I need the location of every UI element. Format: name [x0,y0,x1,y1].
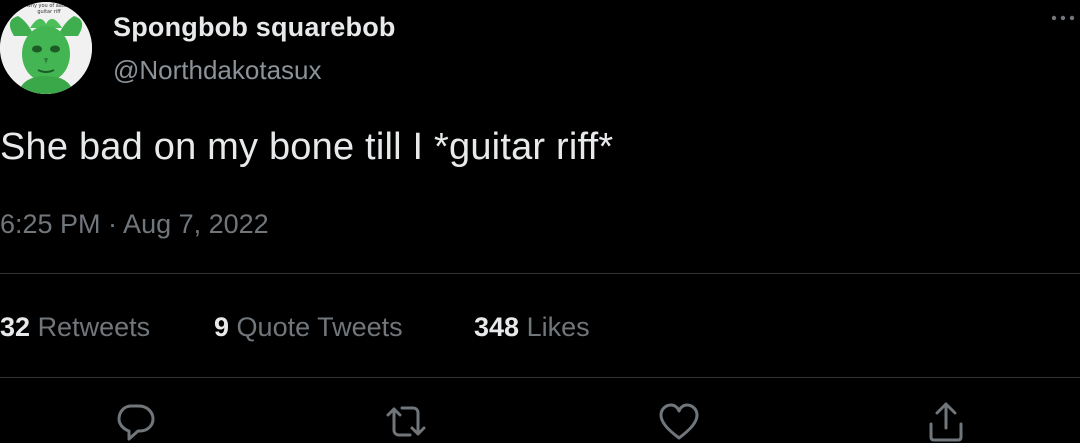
quote-tweets-stat[interactable]: 9 Quote Tweets [214,312,403,343]
reply-icon [117,404,155,441]
display-name[interactable]: Spongbob squarebob [113,12,396,43]
reply-button[interactable] [114,400,158,443]
retweet-icon [386,406,426,437]
more-options-icon[interactable] [1046,6,1080,30]
retweets-stat[interactable]: 32 Retweets [0,312,150,343]
share-icon [929,402,963,442]
avatar-image [0,2,92,94]
tweet-card: ly why you of aaaaaaa guitar riff Spongb… [0,0,1080,443]
retweets-label: Retweets [37,312,151,342]
share-button[interactable] [924,400,968,443]
quote-tweets-count: 9 [214,312,230,342]
retweets-count: 32 [0,312,31,342]
likes-count: 348 [474,312,520,342]
likes-label: Likes [526,312,590,342]
divider [0,377,1080,378]
like-button[interactable] [657,400,701,443]
avatar[interactable]: ly why you of aaaaaaa guitar riff [0,2,92,94]
divider [0,273,1080,274]
user-handle[interactable]: @Northdakotasux [113,55,322,86]
likes-stat[interactable]: 348 Likes [474,312,590,343]
quote-tweets-label: Quote Tweets [236,312,403,342]
tweet-timestamp[interactable]: 6:25 PM · Aug 7, 2022 [0,209,269,240]
tweet-text: She bad on my bone till I *guitar riff* [0,126,614,168]
retweet-button[interactable] [384,400,428,443]
like-icon [659,403,699,440]
avatar-caption: ly why you of aaaaaaa guitar riff [20,3,78,15]
